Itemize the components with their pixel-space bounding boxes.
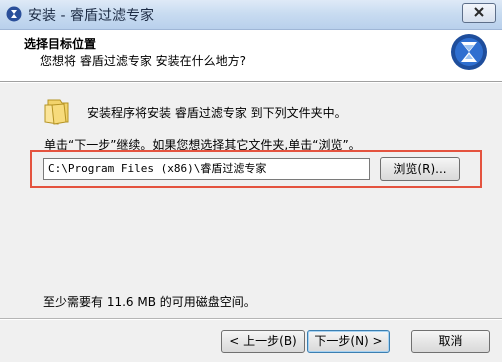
header-panel: 选择目标位置 您想将 睿盾过滤专家 安装在什么地方? [0,30,502,82]
page-subtitle: 您想将 睿盾过滤专家 安装在什么地方? [40,54,246,68]
disk-space-text: 至少需要有 11.6 MB 的可用磁盘空间。 [43,295,256,309]
installer-window: 安装 - 睿盾过滤专家 选择目标位置 您想将 睿盾过滤专家 安装在什么地方? 安… [0,0,502,362]
install-path-input[interactable]: C:\Program Files (x86)\睿盾过滤专家 [43,158,370,180]
page-title: 选择目标位置 [24,37,97,51]
footer-divider-highlight [0,319,502,320]
cancel-button[interactable]: 取消 [411,330,490,353]
intro-text: 安装程序将安装 睿盾过滤专家 到下列文件夹中。 [87,106,347,120]
close-button[interactable] [462,3,496,23]
hourglass-logo-icon [447,30,491,74]
window-title: 安装 - 睿盾过滤专家 [28,8,154,24]
app-hourglass-icon [6,6,22,22]
browse-button[interactable]: 浏览(R)... [380,157,460,181]
back-button[interactable]: < 上一步(B) [221,330,305,353]
close-icon [473,6,485,21]
folder-icon [42,95,72,125]
next-button[interactable]: 下一步(N) > [307,330,390,353]
title-bar[interactable]: 安装 - 睿盾过滤专家 [0,0,502,30]
header-divider [0,82,502,83]
